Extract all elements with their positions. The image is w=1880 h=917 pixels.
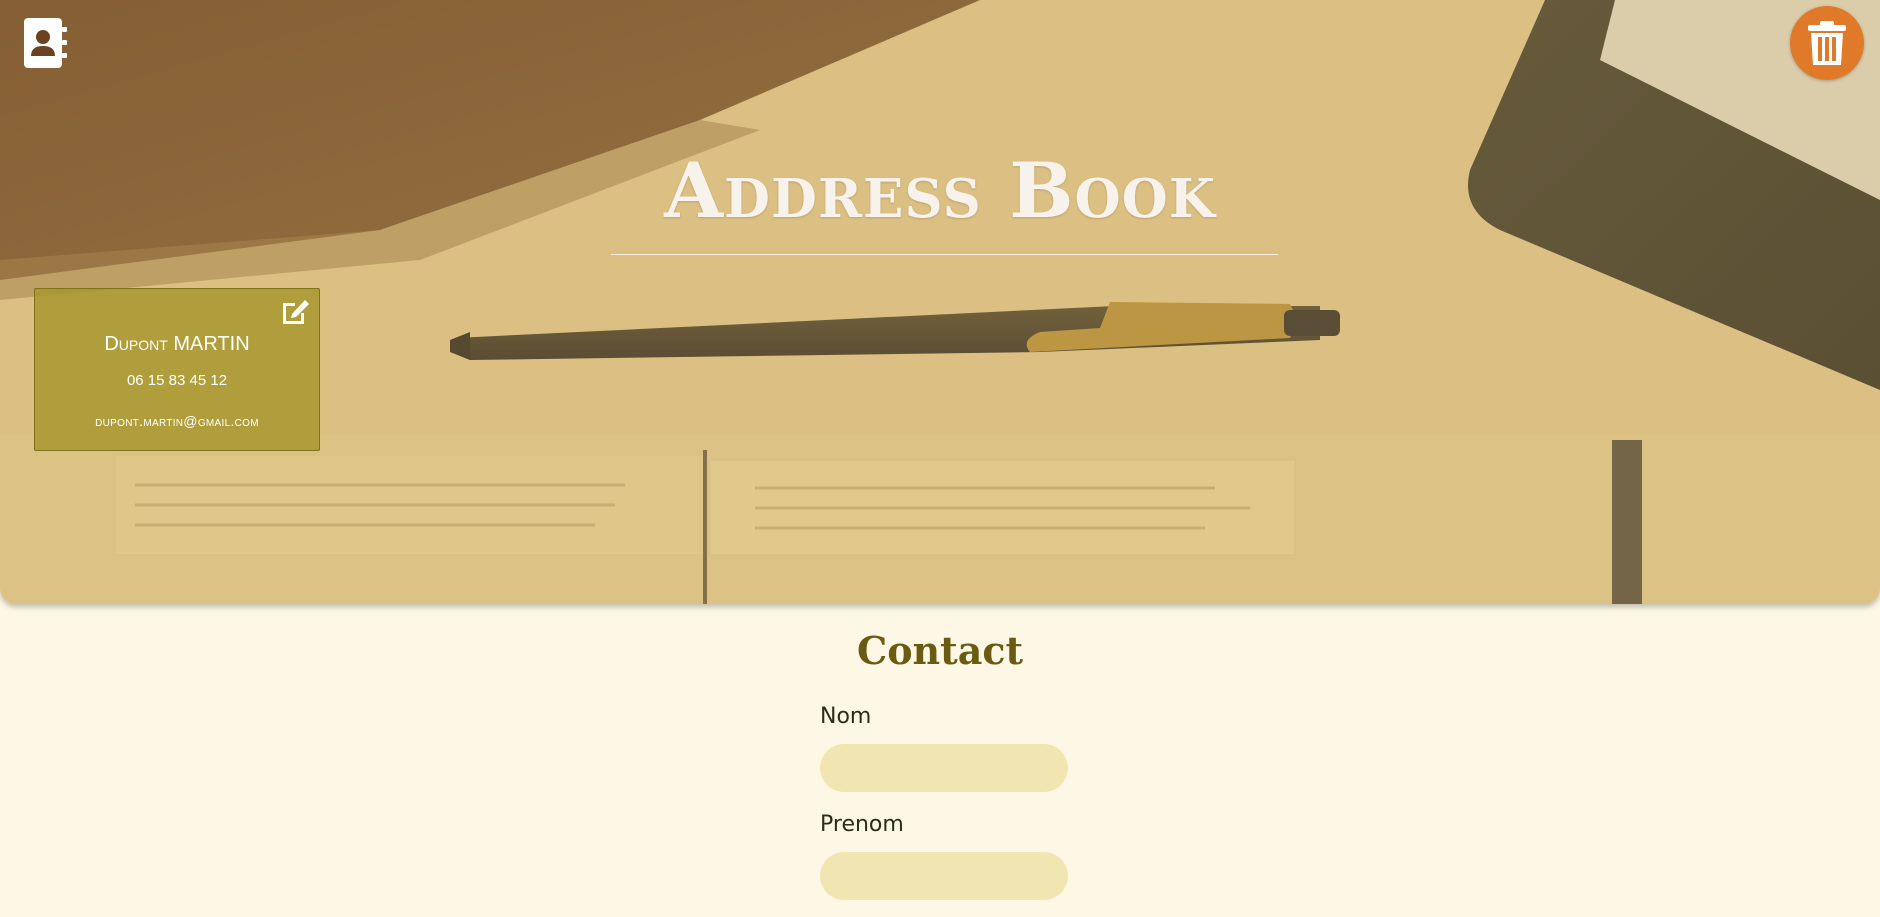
contact-card[interactable]: Dupont MARTIN 06 15 83 45 12 dupont.mart… bbox=[34, 288, 320, 451]
contact-phone: 06 15 83 45 12 bbox=[126, 372, 228, 389]
edit-contact-button[interactable] bbox=[279, 297, 311, 327]
nom-label: Nom bbox=[820, 704, 872, 729]
trash-icon bbox=[1808, 21, 1846, 65]
contact-email: dupont.martin@gmail.com bbox=[95, 413, 259, 429]
prenom-label: Prenom bbox=[820, 812, 904, 837]
title-divider bbox=[611, 254, 1278, 255]
page-title: Address Book bbox=[664, 146, 1216, 235]
form-title: Contact bbox=[856, 628, 1024, 673]
contact-name: Dupont MARTIN bbox=[104, 333, 250, 355]
delete-all-button[interactable] bbox=[1790, 6, 1864, 80]
address-book-icon[interactable] bbox=[24, 18, 68, 68]
page: Address Book Dupont MARTIN 06 15 83 45 1… bbox=[0, 0, 1880, 917]
prenom-input[interactable] bbox=[820, 852, 1068, 900]
hero-banner: Address Book Dupont MARTIN 06 15 83 45 1… bbox=[0, 0, 1880, 604]
nom-input[interactable] bbox=[820, 744, 1068, 792]
edit-icon bbox=[283, 300, 309, 324]
